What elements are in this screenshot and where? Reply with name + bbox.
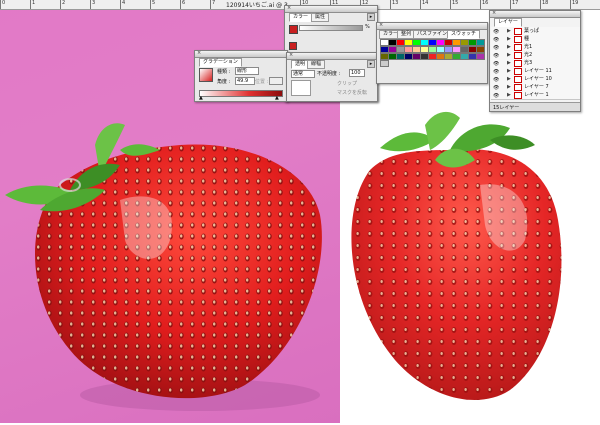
percent-label: % bbox=[365, 24, 370, 30]
ruler-label: 13 bbox=[392, 0, 399, 6]
panel-menu-icon[interactable]: ▸ bbox=[367, 13, 375, 21]
layer-name: 葉っぱ bbox=[524, 28, 540, 34]
ruler-label: 0 bbox=[2, 0, 6, 6]
gradient-slider[interactable] bbox=[199, 90, 283, 97]
invert-mask-label: マスクを反転 bbox=[337, 90, 368, 96]
ruler-label: 2 bbox=[62, 0, 66, 6]
ruler-label: 4 bbox=[122, 0, 126, 6]
panel-menu-icon[interactable]: ▸ bbox=[367, 60, 375, 68]
ruler-label: 17 bbox=[512, 0, 519, 6]
opacity-input[interactable]: 100 bbox=[349, 69, 365, 77]
gradient-preview[interactable] bbox=[199, 68, 213, 82]
panel-titlebar[interactable]: × bbox=[195, 51, 287, 58]
panel-titlebar[interactable]: × bbox=[287, 53, 377, 60]
opacity-label: 不透明度 : bbox=[317, 71, 341, 77]
disclosure-triangle-icon[interactable]: ▶ bbox=[507, 91, 511, 99]
type-label: 種類 : bbox=[217, 69, 231, 75]
layer-list[interactable]: 👁 ▶ 葉っぱ 👁 ▶ 種 👁 ▶ 光1 👁 ▶ 光2 👁 ▶ 光3 👁 ▶ レイヤー 11 👁 ▶ レイヤー 10 👁 ▶… bbox=[490, 27, 580, 101]
tab-color[interactable]: カラー bbox=[289, 13, 313, 22]
layer-thumbnail bbox=[514, 76, 522, 83]
layer-name: 種 bbox=[524, 36, 530, 42]
location-input[interactable] bbox=[269, 77, 283, 85]
layers-panel[interactable]: × レイヤー 👁 ▶ 葉っぱ 👁 ▶ 種 👁 ▶ 光1 👁 ▶ 光2 👁 ▶ 光3 👁 ▶ レイヤー 11 👁 ▶ レイ… bbox=[489, 10, 581, 112]
panel-titlebar[interactable]: × bbox=[285, 6, 377, 13]
layer-thumbnail bbox=[514, 28, 522, 35]
swatch[interactable] bbox=[476, 39, 485, 46]
tint-slider[interactable] bbox=[299, 25, 363, 31]
document-title: 120914いちご.ai @ 3 bbox=[226, 2, 288, 9]
tab-layers[interactable]: レイヤー bbox=[494, 18, 522, 27]
disclosure-triangle-icon[interactable]: ▶ bbox=[507, 67, 511, 75]
transparency-panel[interactable]: × 透明 線幅 ▸ 通常 不透明度 : 100 クリップ マスクを反転 bbox=[286, 52, 378, 102]
disclosure-triangle-icon[interactable]: ▶ bbox=[507, 27, 511, 35]
layer-count: 15レイヤー bbox=[493, 105, 520, 111]
layer-thumbnail bbox=[514, 60, 522, 67]
ruler-label: 16 bbox=[482, 0, 489, 6]
layer-thumbnail bbox=[514, 68, 522, 75]
layer-name: レイヤー 1 bbox=[524, 92, 549, 98]
close-icon[interactable]: × bbox=[492, 11, 497, 16]
layer-thumbnail bbox=[514, 44, 522, 51]
disclosure-triangle-icon[interactable]: ▶ bbox=[507, 75, 511, 83]
gradient-stop-right-icon[interactable]: ▲ bbox=[275, 95, 279, 101]
location-label: 位置 : bbox=[255, 79, 269, 85]
gradient-stop-left-icon[interactable]: ▲ bbox=[199, 95, 203, 101]
swatch[interactable] bbox=[476, 53, 485, 60]
close-icon[interactable]: × bbox=[379, 23, 384, 28]
layer-name: レイヤー 10 bbox=[524, 76, 552, 82]
angle-label: 角度 : bbox=[217, 79, 231, 85]
tab-attributes[interactable]: 属性 bbox=[311, 13, 330, 22]
layer-name: 光3 bbox=[524, 60, 533, 66]
swatch[interactable] bbox=[476, 46, 485, 53]
ruler-label: 15 bbox=[452, 0, 459, 6]
ruler-label: 7 bbox=[212, 0, 216, 6]
angle-input[interactable]: 49.9 bbox=[235, 77, 255, 85]
disclosure-triangle-icon[interactable]: ▶ bbox=[507, 35, 511, 43]
eye-icon[interactable]: 👁 bbox=[493, 92, 499, 100]
swatches-panel[interactable]: × カラー 整列 パスファインダ スウォッチ bbox=[376, 22, 488, 84]
panel-titlebar[interactable]: × bbox=[490, 11, 580, 18]
layers-footer: 15レイヤー bbox=[490, 102, 580, 111]
panel-titlebar[interactable]: × bbox=[377, 23, 487, 30]
layer-row[interactable]: 👁 ▶ レイヤー 1 bbox=[491, 91, 580, 100]
swatch[interactable] bbox=[380, 60, 389, 67]
ruler-label: 1 bbox=[32, 0, 36, 6]
layer-thumbnail bbox=[514, 84, 522, 91]
tab-stroke-weight[interactable]: 線幅 bbox=[307, 60, 326, 69]
layer-name: レイヤー 11 bbox=[524, 68, 552, 74]
type-select[interactable]: 線形 bbox=[235, 67, 259, 75]
ruler-label: 14 bbox=[422, 0, 429, 6]
tab-gradient[interactable]: グラデーション bbox=[199, 58, 242, 67]
clip-label: クリップ bbox=[337, 81, 358, 87]
layer-thumbnail bbox=[514, 92, 522, 99]
disclosure-triangle-icon[interactable]: ▶ bbox=[507, 51, 511, 59]
fill-swatch[interactable] bbox=[289, 25, 298, 34]
close-icon[interactable]: × bbox=[289, 53, 294, 58]
ruler-label: 19 bbox=[572, 0, 579, 6]
ruler-label: 6 bbox=[182, 0, 186, 6]
layer-name: 光1 bbox=[524, 44, 533, 50]
close-icon[interactable]: × bbox=[197, 51, 202, 56]
stroke-swatch[interactable] bbox=[289, 42, 297, 50]
layer-thumbnail bbox=[514, 52, 522, 59]
layer-name: レイヤー 7 bbox=[524, 84, 549, 90]
layer-name: 光2 bbox=[524, 52, 533, 58]
gradient-panel[interactable]: × グラデーション 種類 : 線形 角度 : 49.9 位置 : ▲ ▲ bbox=[194, 50, 288, 102]
layer-thumbnail bbox=[514, 36, 522, 43]
mask-thumbnail[interactable] bbox=[291, 80, 311, 96]
tab-swatches[interactable]: スウォッチ bbox=[447, 30, 481, 39]
disclosure-triangle-icon[interactable]: ▶ bbox=[507, 83, 511, 91]
swatch-grid[interactable] bbox=[380, 39, 485, 75]
blend-mode-select[interactable]: 通常 bbox=[291, 70, 315, 78]
ruler-label: 3 bbox=[92, 0, 96, 6]
disclosure-triangle-icon[interactable]: ▶ bbox=[507, 43, 511, 51]
disclosure-triangle-icon[interactable]: ▶ bbox=[507, 59, 511, 67]
close-icon[interactable]: × bbox=[287, 6, 292, 11]
ruler-label: 5 bbox=[152, 0, 156, 6]
ruler-label: 18 bbox=[542, 0, 549, 6]
